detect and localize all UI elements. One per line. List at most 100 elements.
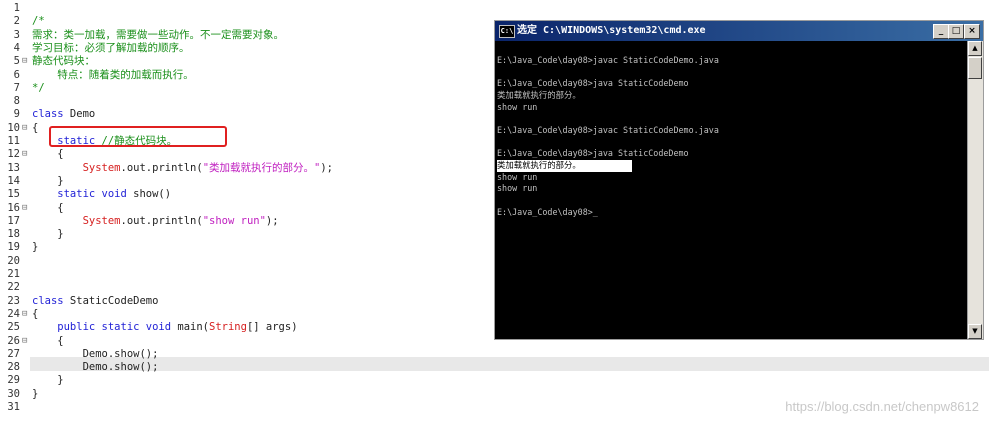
code-token: 特点：随着类的加载而执行。 [32,68,194,81]
cmd-output-line: show run [497,183,538,194]
code-line: public static void main(String[] args) [32,321,297,334]
code-line: Demo.show(); [32,361,159,374]
line-number: 18 [7,228,20,241]
code-line: System.out.println("show run"); [32,215,279,228]
code-token: show() [126,188,172,201]
code-token: 静态代码块： [32,55,95,68]
maximize-button[interactable]: □ [948,24,964,39]
code-line: /* [32,15,45,28]
code-token: { [32,121,39,134]
code-line: Demo.show(); [32,347,159,361]
scroll-down-button[interactable]: ▼ [968,324,982,339]
code-line: class Demo [32,108,95,121]
code-token: /* [32,15,45,28]
line-number: 9 [13,108,20,121]
line-number: 14 [7,174,20,187]
line-number: 19 [7,241,20,254]
code-token: } [32,387,39,400]
code-line: { [32,334,64,348]
code-token: Demo.show(); [32,361,159,374]
code-token: "show run" [202,214,266,227]
code-token: String [209,321,247,334]
code-token: Demo [63,108,96,121]
current-line-highlight [30,357,989,371]
fold-toggle-icon[interactable]: ⊟ [22,308,30,321]
line-number: 2 [13,15,20,28]
code-token: } [32,174,64,187]
line-number: 20 [7,254,20,267]
line-number: 12 [7,148,20,161]
code-line: } [32,228,64,241]
line-number: 16 [7,201,20,214]
code-line: System.out.println("类加载就执行的部分。"); [32,162,333,175]
code-token: "类加载就执行的部分。" [202,161,321,174]
code-line: 需求：类一加载，需要做一些动作。不一定需要对象。 [32,29,284,42]
code-token: { [32,148,64,161]
line-number: 6 [13,68,20,81]
code-token: ); [320,161,334,174]
cmd-output-line: E:\Java_Code\day08>javac StaticCodeDemo.… [497,54,719,65]
cmd-output[interactable]: E:\Java_Code\day08>javac StaticCodeDemo.… [495,41,969,339]
line-number: 4 [13,41,20,54]
cmd-window[interactable]: C:\ 选定 C:\WINDOWS\system32\cmd.exe _ □ ×… [494,20,984,340]
scrollbar-thumb[interactable] [968,57,982,79]
line-number: 23 [7,294,20,307]
code-token: Demo.show(); [32,347,159,360]
cmd-output-line: E:\Java_Code\day08>_ [497,206,598,217]
line-number: 22 [7,281,20,294]
line-number: 5 [13,55,20,68]
cmd-title-bar[interactable]: C:\ 选定 C:\WINDOWS\system32\cmd.exe _ □ × [495,21,983,41]
line-number: 3 [13,28,20,41]
cmd-app-icon: C:\ [499,25,515,38]
code-line: } [32,374,64,387]
cmd-title-text: 选定 C:\WINDOWS\system32\cmd.exe [517,25,706,36]
code-token: } [32,374,64,387]
code-line: { [32,201,64,215]
code-token: StaticCodeDemo [63,294,159,307]
code-token: .out.println( [120,214,203,227]
watermark: https://blog.csdn.net/chenpw8612 [785,399,979,414]
line-number: 27 [7,347,20,360]
code-token: { [32,334,64,347]
code-token: 需求：类一加载，需要做一些动作。不一定需要对象。 [32,28,284,41]
code-line: { [32,308,38,321]
scroll-up-button[interactable]: ▲ [968,41,982,56]
code-token: */ [32,81,45,94]
cmd-output-line: E:\Java_Code\day08>java StaticCodeDemo [497,148,689,159]
cmd-output-line: 类加载就执行的部分。 [497,160,632,172]
line-number: 15 [7,188,20,201]
code-token: } [32,241,39,254]
line-number: 28 [7,361,20,374]
code-line: 静态代码块： [32,55,95,68]
minimize-button[interactable]: _ [933,24,949,39]
line-number: 10 [7,121,20,134]
code-token: static void [32,188,127,201]
code-token: } [32,228,64,241]
close-button[interactable]: × [964,24,980,39]
fold-toggle-icon[interactable]: ⊟ [22,55,30,68]
line-number: 13 [7,161,20,174]
code-line: } [32,241,38,254]
line-number: 26 [7,334,20,347]
code-line: } [32,174,64,188]
fold-toggle-icon[interactable]: ⊟ [22,202,30,215]
code-token: { [32,201,64,214]
line-number: 31 [7,401,20,413]
cmd-output-line: E:\Java_Code\day08>javac StaticCodeDemo.… [497,124,719,135]
fold-toggle-icon[interactable]: ⊟ [22,148,30,161]
line-number: 1 [13,2,20,14]
code-line: 特点：随着类的加载而执行。 [32,69,194,82]
cmd-output-line: show run [497,101,538,112]
fold-toggle-icon[interactable]: ⊟ [22,122,30,135]
code-line: 学习目标：必须了解加载的顺序。 [32,42,190,55]
code-line: static void show() [32,188,171,201]
code-token: ); [265,214,279,227]
line-number: 29 [7,374,20,387]
code-token: main( [171,321,210,334]
fold-toggle-icon[interactable]: ⊟ [22,335,30,348]
line-number-gutter: 1 2 3 4 5 ⊟ 6 7 8 9 10 ⊟ 11 12 ⊟ 13 14 15 16 ⊟ 17 18 19 20 21 22 2… [0,0,30,424]
line-number: 11 [7,135,20,147]
cmd-scrollbar[interactable]: ▲ ▼ [967,41,983,339]
cmd-output-line: 类加载就执行的部分。 [497,89,581,100]
code-line: } [32,388,38,401]
